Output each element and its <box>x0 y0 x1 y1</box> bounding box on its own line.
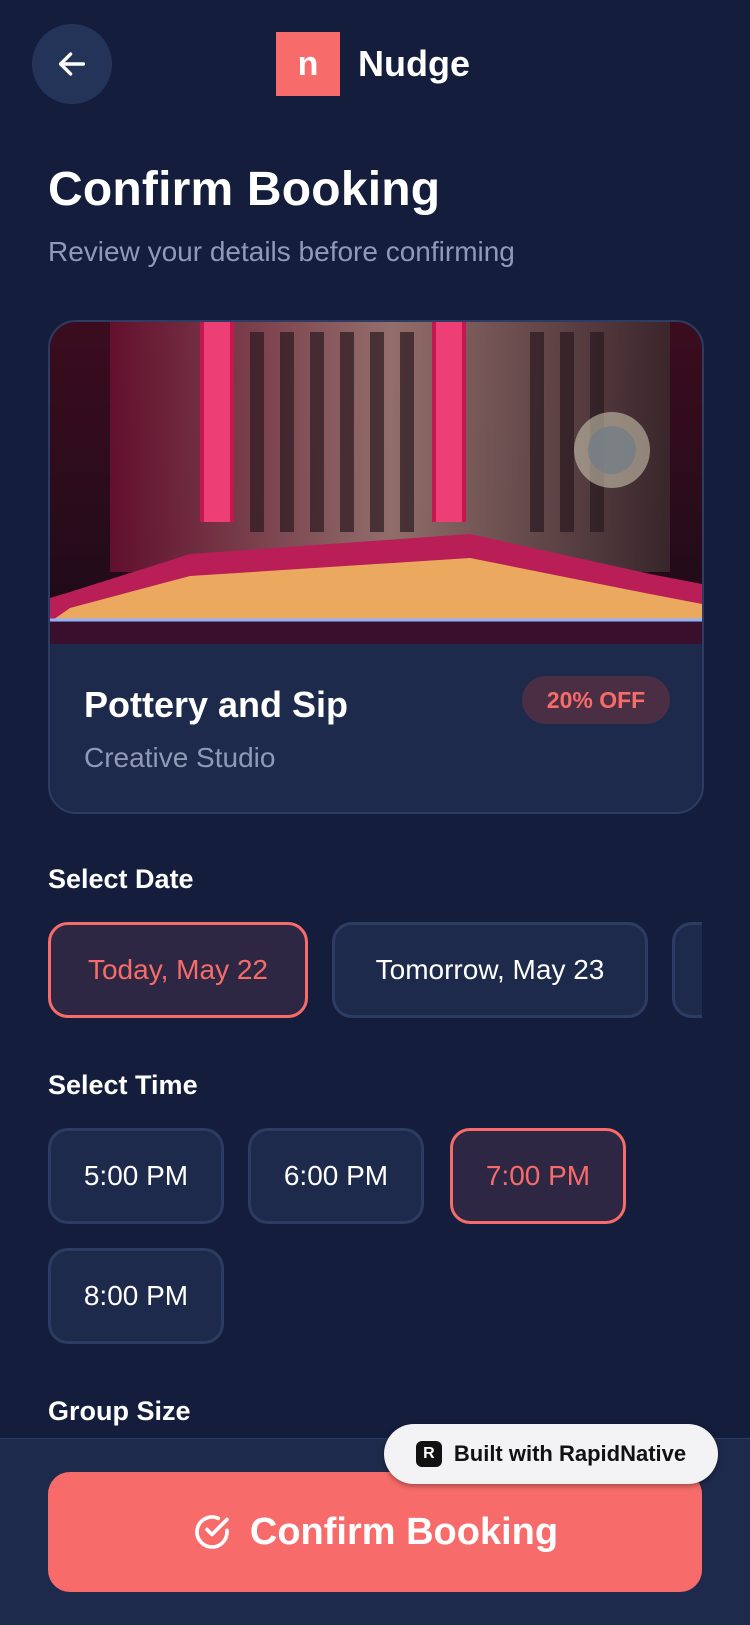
time-option-8pm[interactable]: 8:00 PM <box>48 1248 224 1344</box>
select-date-label: Select Date <box>48 864 194 894</box>
date-option-today[interactable]: Today, May 22 <box>48 922 308 1018</box>
time-option-5pm[interactable]: 5:00 PM <box>48 1128 224 1224</box>
radio-city-illustration <box>50 322 702 644</box>
event-card[interactable]: Pottery and Sip Creative Studio 20% OFF <box>48 320 704 814</box>
rapidnative-logo-icon: R <box>415 1441 442 1467</box>
event-venue: Creative Studio <box>84 742 276 773</box>
brand-logo: n <box>276 32 340 96</box>
confirm-booking-button[interactable]: Confirm Booking <box>48 1472 702 1592</box>
brand: n Nudge <box>276 32 470 96</box>
back-button[interactable] <box>32 24 112 104</box>
discount-badge: 20% OFF <box>522 676 670 724</box>
check-circle-icon <box>195 1515 229 1549</box>
date-option-tomorrow[interactable]: Tomorrow, May 23 <box>332 922 648 1018</box>
event-title: Pottery and Sip <box>84 684 349 725</box>
brand-name: Nudge <box>358 43 470 84</box>
time-option-7pm[interactable]: 7:00 PM <box>450 1128 626 1224</box>
date-options: Today, May 22 Tomorrow, May 23 <box>48 922 702 1018</box>
top-bar: n Nudge <box>0 0 750 130</box>
page-subtitle: Review your details before confirming <box>48 236 515 267</box>
confirm-booking-label: Confirm Booking <box>249 1510 559 1553</box>
date-option-more[interactable] <box>672 922 702 1018</box>
built-with-label: Built with RapidNative <box>453 1441 687 1466</box>
time-option-6pm[interactable]: 6:00 PM <box>248 1128 424 1224</box>
select-time-label: Select Time <box>48 1070 198 1100</box>
arrow-left-icon <box>58 52 86 76</box>
group-size-label: Group Size <box>48 1396 191 1426</box>
built-with-badge[interactable]: R Built with RapidNative <box>384 1424 718 1484</box>
event-image <box>50 322 702 644</box>
page-title: Confirm Booking <box>48 163 441 216</box>
